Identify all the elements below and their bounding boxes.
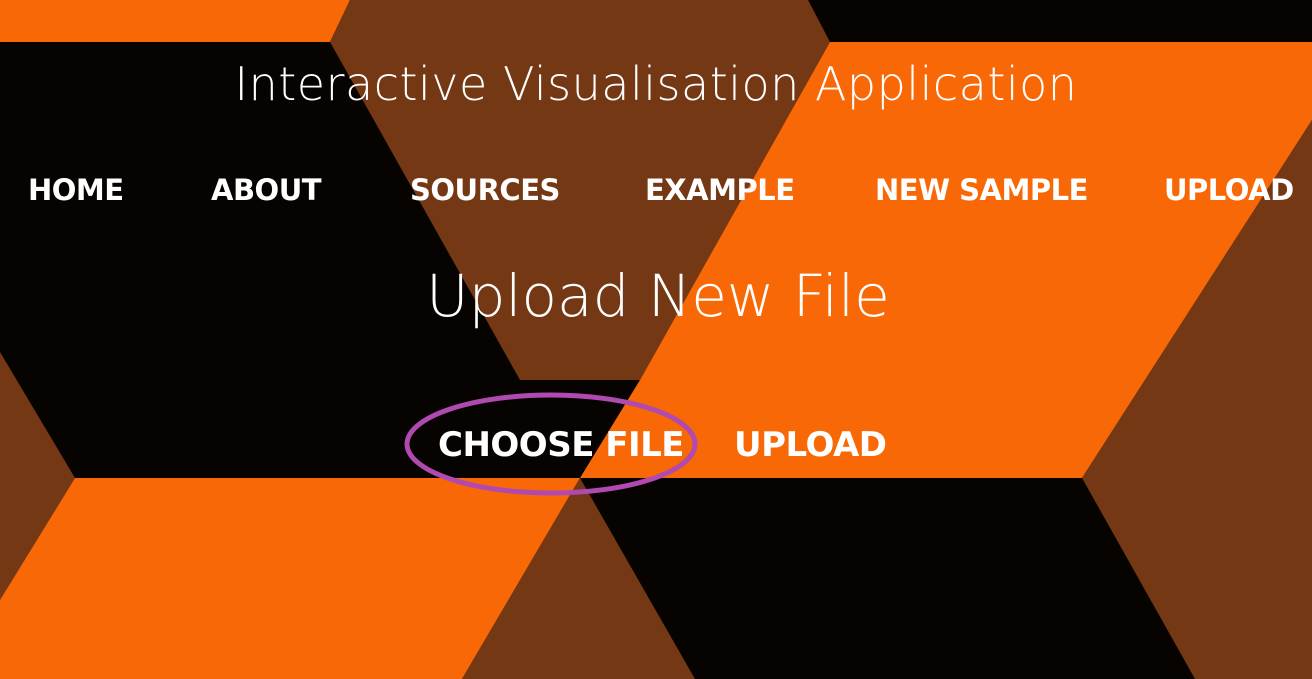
nav-item-example[interactable]: EXAMPLE bbox=[645, 170, 795, 210]
upload-form: CHOOSE FILE UPLOAD bbox=[0, 422, 1312, 468]
app-title: Interactive Visualisation Application bbox=[234, 57, 1078, 111]
main-nav: HOME ABOUT SOURCES EXAMPLE NEW SAMPLE UP… bbox=[0, 170, 1312, 210]
nav-item-new-sample[interactable]: NEW SAMPLE bbox=[875, 170, 1088, 210]
upload-button[interactable]: UPLOAD bbox=[734, 422, 887, 468]
nav-item-upload[interactable]: UPLOAD bbox=[1164, 170, 1294, 210]
page-title: Upload New File bbox=[426, 262, 890, 330]
nav-item-about[interactable]: ABOUT bbox=[211, 170, 322, 210]
nav-item-sources[interactable]: SOURCES bbox=[410, 170, 560, 210]
choose-file-button[interactable]: CHOOSE FILE bbox=[438, 422, 685, 468]
nav-item-home[interactable]: HOME bbox=[28, 170, 124, 210]
app-window: Interactive Visualisation Application HO… bbox=[0, 0, 1312, 679]
